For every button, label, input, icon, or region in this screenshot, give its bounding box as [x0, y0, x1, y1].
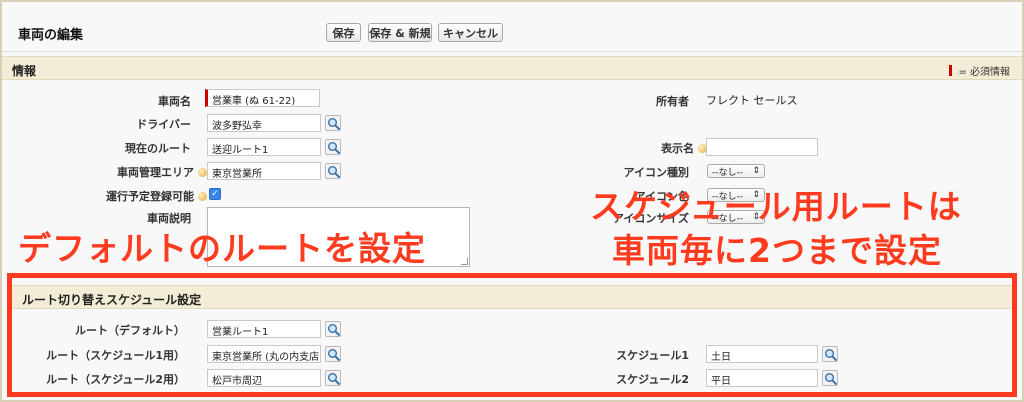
annotation-schedule-route-line2: 車両毎に2つまで設定	[612, 231, 942, 270]
owner-value: フレクト セールス	[706, 94, 798, 107]
resize-handle[interactable]	[461, 258, 468, 265]
owner-label: 所有者	[656, 95, 689, 108]
annotation-default-route: デフォルトのルートを設定	[18, 229, 426, 268]
driver-lookup-icon[interactable]	[325, 115, 341, 131]
schedulable-label-text: 運行予定登録可能	[106, 190, 194, 203]
page-title: 車両の編集	[18, 28, 84, 43]
schedulable-label: 運行予定登録可能	[106, 188, 207, 204]
display-name-label-text: 表示名	[661, 142, 694, 155]
display-name-label: 表示名	[661, 140, 707, 156]
vehicle-name-label: 車両名	[158, 95, 191, 108]
current-route-lookup-icon[interactable]	[325, 139, 341, 155]
required-legend: = 必須情報	[949, 63, 1010, 78]
help-icon[interactable]	[198, 192, 207, 201]
required-marker-icon	[949, 65, 953, 76]
icon-type-select-value: --なし--	[712, 167, 743, 178]
info-section-header: 情報 = 必須情報	[2, 56, 1022, 80]
area-input[interactable]: 東京営業所	[207, 162, 321, 180]
updown-arrow-icon: ⇕	[752, 166, 760, 176]
area-label: 車両管理エリア	[117, 164, 207, 180]
schedule-highlight-box	[7, 273, 1017, 397]
current-route-label: 現在のルート	[125, 142, 191, 155]
page-header: 車両の編集	[2, 2, 1022, 52]
display-name-input[interactable]	[706, 138, 818, 156]
schedulable-checkbox[interactable]: ✓	[209, 188, 221, 200]
icon-type-label: アイコン種別	[623, 166, 689, 179]
icon-type-select[interactable]: --なし-- ⇕	[707, 164, 765, 178]
current-route-input[interactable]: 送迎ルート1	[207, 138, 321, 156]
required-legend-text: = 必須情報	[958, 67, 1010, 78]
vehicle-name-input[interactable]: 営業車 (ぬ 61-22)	[205, 89, 320, 107]
driver-input[interactable]: 波多野弘幸	[207, 114, 321, 132]
driver-label: ドライバー	[136, 118, 191, 131]
annotation-schedule-route-line1: スケジュール用ルートは	[590, 187, 962, 226]
save-button[interactable]: 保存	[326, 23, 361, 42]
help-icon[interactable]	[198, 168, 207, 177]
area-lookup-icon[interactable]	[325, 163, 341, 179]
cancel-button[interactable]: キャンセル	[438, 23, 503, 42]
save-and-new-button[interactable]: 保存 & 新規	[368, 23, 432, 42]
info-section-title: 情報	[12, 64, 37, 78]
area-label-text: 車両管理エリア	[117, 166, 194, 179]
